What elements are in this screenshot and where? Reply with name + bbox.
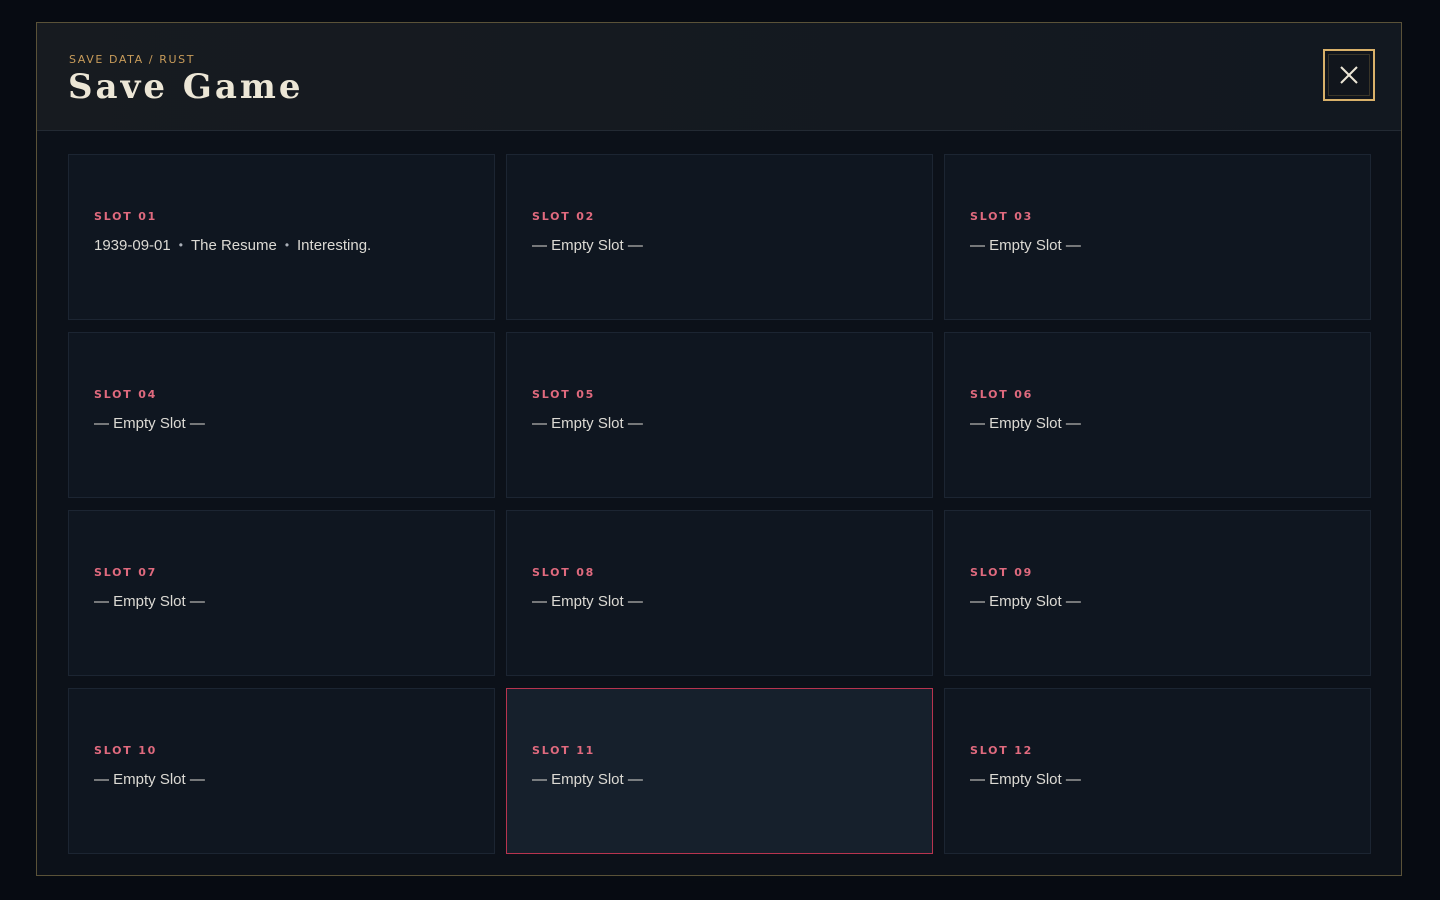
slot-label: SLOT 12 [970, 744, 1034, 757]
slot-label: SLOT 05 [532, 388, 596, 401]
save-slot-02[interactable]: SLOT 02 — Empty Slot — [506, 154, 933, 320]
slot-label: SLOT 07 [94, 566, 158, 579]
slot-save-info: 1939-09-01 • The Resume • Interesting. [94, 237, 371, 254]
save-slot-08[interactable]: SLOT 08 — Empty Slot — [506, 510, 933, 676]
empty-slot-text: — Empty Slot — [532, 237, 643, 254]
empty-slot-text: — Empty Slot — [970, 237, 1081, 254]
save-slot-11[interactable]: SLOT 11 — Empty Slot — [506, 688, 933, 854]
slot-label: SLOT 06 [970, 388, 1034, 401]
empty-slot-text: — Empty Slot — [94, 771, 205, 788]
page-title: Save Game [68, 67, 304, 107]
slot-label: SLOT 10 [94, 744, 158, 757]
slot-label: SLOT 02 [532, 210, 596, 223]
slot-label: SLOT 01 [94, 210, 158, 223]
empty-slot-text: — Empty Slot — [94, 415, 205, 432]
close-button[interactable] [1323, 49, 1375, 101]
empty-slot-text: — Empty Slot — [970, 593, 1081, 610]
empty-slot-text: — Empty Slot — [532, 593, 643, 610]
empty-slot-text: — Empty Slot — [970, 415, 1081, 432]
save-slot-10[interactable]: SLOT 10 — Empty Slot — [68, 688, 495, 854]
empty-slot-text: — Empty Slot — [970, 771, 1081, 788]
save-slot-06[interactable]: SLOT 06 — Empty Slot — [944, 332, 1371, 498]
save-slot-05[interactable]: SLOT 05 — Empty Slot — [506, 332, 933, 498]
empty-slot-text: — Empty Slot — [532, 415, 643, 432]
slot-label: SLOT 09 [970, 566, 1034, 579]
empty-slot-text: — Empty Slot — [94, 593, 205, 610]
empty-slot-text: — Empty Slot — [532, 771, 643, 788]
save-slot-01[interactable]: SLOT 01 1939-09-01 • The Resume • Interesting… [68, 154, 495, 320]
save-slot-grid: SLOT 01 1939-09-01 • The Resume • Interesting… [68, 154, 1371, 854]
breadcrumb: SAVE DATA / RUST [69, 53, 196, 66]
save-slot-07[interactable]: SLOT 07 — Empty Slot — [68, 510, 495, 676]
separator-dot: • [178, 238, 183, 252]
dialog-header: SAVE DATA / RUST Save Game [37, 23, 1401, 131]
save-slot-12[interactable]: SLOT 12 — Empty Slot — [944, 688, 1371, 854]
save-date: 1939-09-01 [94, 237, 171, 254]
save-chapter: The Resume [190, 237, 277, 254]
slot-label: SLOT 08 [532, 566, 596, 579]
save-slot-03[interactable]: SLOT 03 — Empty Slot — [944, 154, 1371, 320]
close-icon [1340, 66, 1358, 84]
slot-label: SLOT 11 [532, 744, 596, 757]
slot-label: SLOT 03 [970, 210, 1034, 223]
save-note: Interesting. [297, 237, 372, 254]
slot-label: SLOT 04 [94, 388, 158, 401]
save-slot-04[interactable]: SLOT 04 — Empty Slot — [68, 332, 495, 498]
save-slot-09[interactable]: SLOT 09 — Empty Slot — [944, 510, 1371, 676]
save-game-dialog: SAVE DATA / RUST Save Game SLOT 01 1939-0… [36, 22, 1402, 876]
separator-dot: • [284, 238, 290, 252]
